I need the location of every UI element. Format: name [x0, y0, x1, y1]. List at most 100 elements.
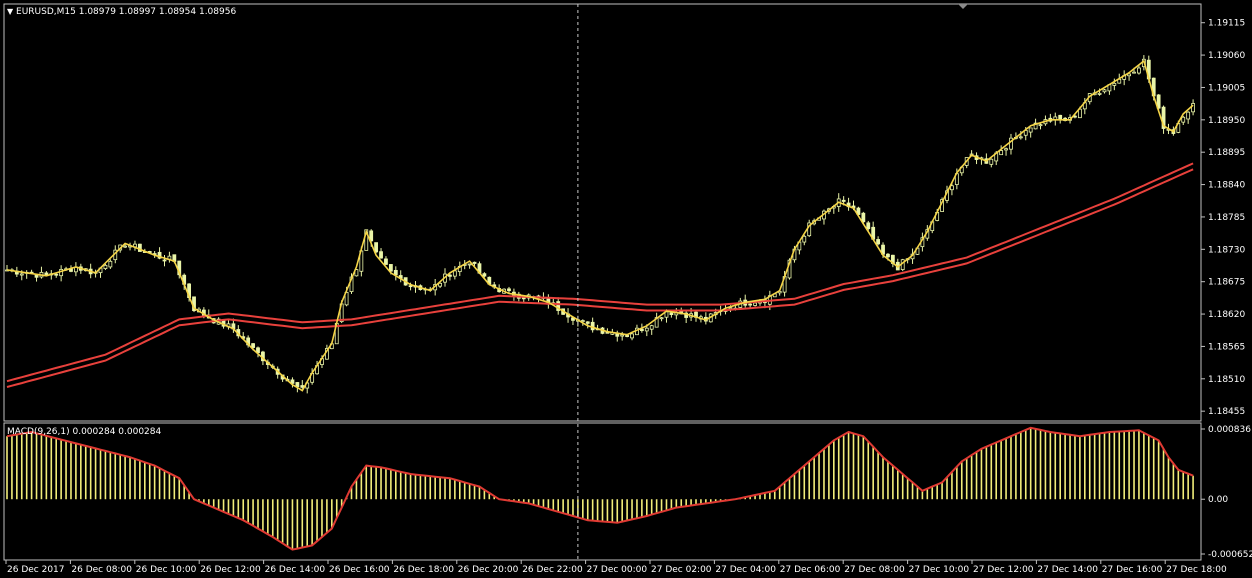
candle-body — [393, 269, 398, 276]
candle-body — [590, 321, 595, 331]
time-axis-label: 26 Dec 12:00 — [200, 565, 261, 575]
candle-body — [448, 274, 452, 277]
candle-body — [748, 303, 753, 306]
candle-body — [482, 273, 487, 277]
time-axis-label: 27 Dec 12:00 — [973, 565, 1034, 575]
time-axis-label: 27 Dec 10:00 — [909, 565, 970, 575]
candle-body — [644, 327, 649, 332]
candle-body — [1004, 148, 1008, 151]
time-axis-label: 26 Dec 08:00 — [71, 565, 132, 575]
candle-body — [1181, 116, 1186, 123]
candle-body — [1186, 111, 1191, 120]
candle-body — [19, 273, 24, 276]
candle-body — [639, 328, 644, 332]
price-axis-label: 1.19005 — [1208, 83, 1245, 93]
candle-body — [1191, 103, 1195, 113]
candle-body — [374, 242, 379, 253]
candle-body — [659, 317, 664, 320]
candle-body — [384, 258, 388, 265]
candle-body — [1112, 82, 1117, 86]
candle-body — [108, 260, 113, 268]
time-axis-label: 27 Dec 02:00 — [651, 565, 712, 575]
candle-body — [1102, 89, 1107, 93]
time-axis-label: 27 Dec 08:00 — [844, 565, 905, 575]
candle-body — [467, 263, 472, 266]
candle-body — [802, 235, 807, 243]
candle-body — [585, 321, 590, 324]
chart-window: 1.19115 1.19060 1.19005 1.18950 1.18895 1.188… — [0, 0, 1252, 578]
price-axis-label: 1.18510 — [1208, 375, 1245, 385]
time-axis-label: 26 Dec 14:00 — [265, 565, 326, 575]
candle-body — [452, 270, 457, 277]
candle-body — [54, 273, 59, 276]
ma-slow-line-upper — [6, 162, 1194, 383]
macd-label: MACD(9,26,1) 0.000284 0.000284 — [7, 427, 162, 437]
price-axis-label: 1.18675 — [1208, 278, 1245, 288]
candle-body — [251, 343, 255, 348]
candle-body — [630, 333, 634, 339]
price-axis-label: 1.19115 — [1208, 19, 1245, 29]
candle-body — [861, 212, 866, 223]
macd-axis-label: 0.00 — [1208, 495, 1228, 505]
time-axis-label: 27 Dec 00:00 — [587, 565, 648, 575]
candle-body — [886, 253, 890, 258]
time-axis-label: 26 Dec 16:00 — [329, 565, 390, 575]
symbol-title: ▼ EURUSD,M15 1.08979 1.08997 1.08954 1.0… — [7, 7, 236, 17]
time-axis-label: 27 Dec 18:00 — [1166, 565, 1227, 575]
time-axis-label: 26 Dec 2017 — [7, 565, 65, 575]
candle-body — [1132, 71, 1136, 74]
time-axis-label: 27 Dec 14:00 — [1037, 565, 1098, 575]
candle-body — [379, 251, 383, 259]
ma-fast-line — [6, 59, 1194, 392]
price-axis-label: 1.18950 — [1208, 116, 1245, 126]
price-axis-label: 1.19060 — [1208, 51, 1245, 61]
candle-body — [649, 325, 654, 330]
scroll-marker-icon — [958, 4, 968, 9]
time-axis-label: 26 Dec 20:00 — [458, 565, 519, 575]
price-axis-label: 1.18620 — [1208, 310, 1245, 320]
candle-body — [162, 259, 167, 262]
candle-body — [989, 158, 994, 165]
time-axis-label: 27 Dec 04:00 — [715, 565, 776, 575]
candle-body — [1137, 67, 1141, 74]
candle-body — [999, 150, 1004, 156]
price-axis-label: 1.18785 — [1208, 213, 1245, 223]
macd-axis-label: -0.000652 — [1208, 550, 1252, 560]
candle-body — [841, 199, 846, 202]
candle-body — [123, 245, 128, 248]
candle-body — [438, 282, 442, 287]
candle-body — [753, 302, 757, 306]
candle-body — [620, 334, 625, 337]
candle-body — [1018, 136, 1023, 139]
time-axis-label: 26 Dec 10:00 — [136, 565, 197, 575]
price-axis-label: 1.18895 — [1208, 148, 1245, 158]
trading-chart-canvas[interactable]: 1.19115 1.19060 1.19005 1.18950 1.18895 1.188… — [0, 0, 1252, 578]
time-axis-label: 26 Dec 18:00 — [393, 565, 454, 575]
price-axis-label: 1.18840 — [1208, 181, 1245, 191]
candle-body — [408, 285, 413, 288]
candle-body — [1097, 92, 1102, 95]
candle-body — [1058, 114, 1063, 120]
candle-body — [1038, 124, 1043, 127]
candle-body — [669, 312, 674, 316]
candle-body — [521, 297, 526, 300]
candle-body — [625, 335, 630, 337]
price-axis-label: 1.18565 — [1208, 342, 1245, 352]
price-pane-frame — [3, 3, 1202, 422]
macd-axis-label: 0.000836 — [1208, 425, 1251, 435]
candle-body — [103, 264, 108, 269]
candle-body — [388, 264, 393, 272]
time-axis-label: 27 Dec 06:00 — [780, 565, 841, 575]
candle-body — [507, 288, 511, 292]
time-axis-label: 27 Dec 16:00 — [1102, 565, 1163, 575]
time-axis-label: 26 Dec 22:00 — [522, 565, 583, 575]
triangle-down-icon[interactable]: ▼ — [7, 7, 13, 16]
candle-body — [295, 382, 300, 387]
candle-body — [472, 261, 477, 264]
candle-body — [876, 239, 881, 245]
price-axis-label: 1.18455 — [1208, 407, 1245, 417]
price-axis-label: 1.18730 — [1208, 245, 1245, 255]
candle-body — [866, 222, 871, 230]
symbol-ohlc-label: EURUSD,M15 1.08979 1.08997 1.08954 1.089… — [16, 7, 237, 17]
candle-body — [1028, 127, 1033, 133]
